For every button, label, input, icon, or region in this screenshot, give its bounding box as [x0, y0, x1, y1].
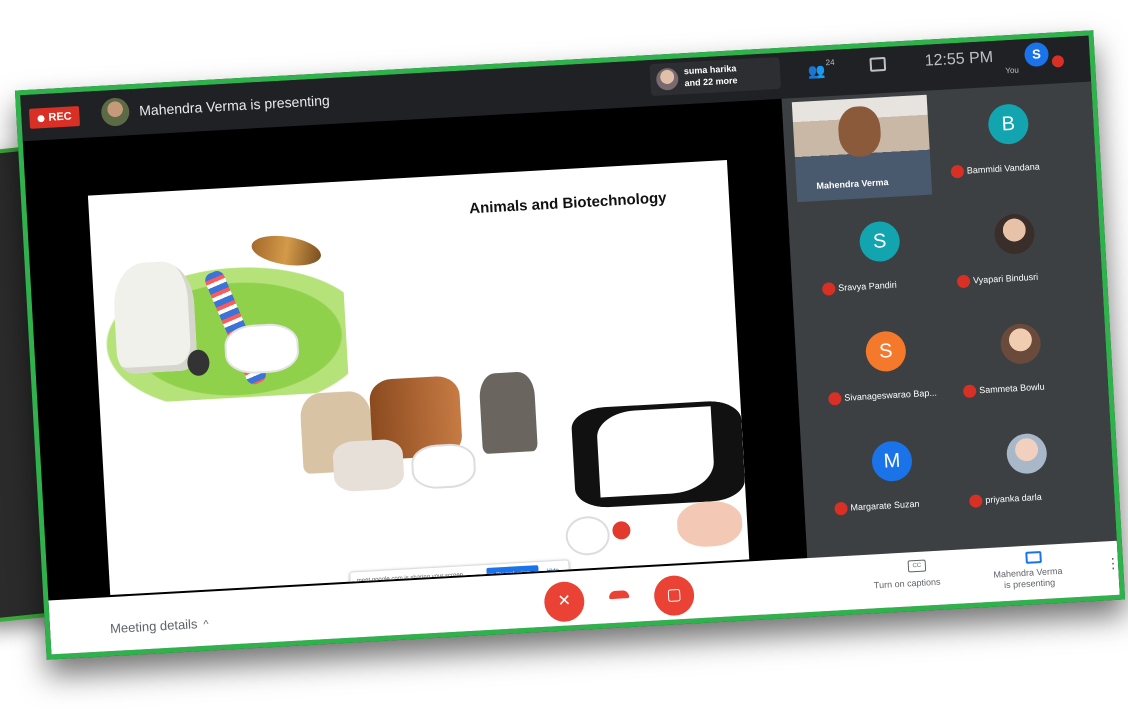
participants-chip-line1: suma harika	[683, 63, 737, 77]
slide-title: Animals and Biotechnology	[468, 189, 667, 218]
presenter-avatar	[100, 97, 131, 127]
goat-shape	[111, 259, 198, 375]
record-dot-icon	[37, 114, 45, 122]
participant-tile[interactable]: Sammeta Bowlu	[949, 302, 1094, 410]
participant-name: priyanka darla	[985, 491, 1043, 506]
participant-name: Margarate Suzan	[850, 498, 920, 513]
participants-chip-line2: and 22 more	[684, 75, 738, 89]
presenting-status-line2[interactable]: is presenting	[1004, 577, 1056, 590]
participant-avatar: S	[864, 330, 907, 373]
meeting-details-label: Meeting details	[109, 616, 198, 637]
captions-button-label[interactable]: Turn on captions	[874, 577, 941, 591]
participant-name: Sammeta Bowlu	[978, 381, 1045, 396]
clock: 12:55 PM	[924, 48, 994, 70]
mic-off-icon	[950, 164, 965, 179]
participant-avatar: M	[870, 440, 914, 483]
participant-name: Sivanageswarao Bap...	[844, 387, 938, 403]
participant-name: Sravya Pandiri	[837, 279, 897, 293]
recording-label: REC	[48, 110, 73, 124]
donkey-shape	[478, 371, 538, 455]
participant-avatar	[999, 322, 1042, 365]
biotech-collage-image	[100, 222, 350, 405]
more-options-icon[interactable]: ⋮	[1106, 555, 1121, 573]
camera-toggle-button[interactable]: ▢	[653, 574, 696, 617]
people-count: 24	[825, 57, 835, 68]
presented-slide: Animals and Biotechnology meet.google.co…	[87, 159, 750, 596]
holstein-cow-shape	[570, 399, 746, 509]
mic-off-icon	[1051, 54, 1065, 68]
rooster-shape	[611, 520, 631, 540]
participant-tile[interactable]: Vyapari Bindusri	[942, 192, 1087, 300]
participant-name: Mahendra Verma	[816, 176, 889, 191]
participant-tile[interactable]: M Margarate Suzan	[820, 419, 965, 527]
captions-icon[interactable]: CC	[907, 559, 927, 573]
meet-window: REC Mahendra Verma is presenting suma ha…	[14, 30, 1126, 660]
participant-grid: Mahendra Verma B Bammidi Vandana S Sravy…	[781, 81, 1117, 559]
people-icon[interactable]: 👥	[808, 62, 826, 80]
lamb-shape	[412, 444, 475, 488]
participant-avatar	[1005, 432, 1048, 475]
participants-chip[interactable]: suma harika and 22 more	[649, 56, 782, 97]
participant-mini-avatar	[655, 67, 679, 91]
hang-up-button[interactable]	[608, 590, 630, 600]
participant-avatar	[993, 212, 1036, 256]
presentation-area: Animals and Biotechnology meet.google.co…	[22, 98, 808, 601]
participant-name: Bammidi Vandana	[966, 161, 1040, 176]
sheep-shape	[225, 324, 298, 374]
farm-animals-image	[299, 370, 555, 504]
participant-video-tile[interactable]: Mahendra Verma	[791, 94, 933, 203]
microphone-toggle-button[interactable]: ✕	[543, 580, 586, 623]
participant-tile[interactable]: S Sivanageswarao Bap...	[814, 310, 959, 418]
screenshot-stage: ▢ REC Mahendra Verma is presenting suma …	[0, 0, 1128, 709]
pig-shape	[676, 499, 744, 549]
mic-off-icon	[962, 384, 977, 399]
participant-tile[interactable]: S Sravya Pandiri	[808, 200, 953, 308]
self-label: You	[1005, 65, 1020, 76]
chevron-up-icon: ^	[203, 618, 210, 631]
participant-avatar: B	[987, 103, 1030, 146]
duck-shape	[566, 517, 609, 555]
self-avatar[interactable]: S	[1023, 41, 1050, 68]
mic-off-icon	[834, 501, 848, 516]
recording-badge: REC	[28, 106, 81, 129]
participant-avatar: S	[858, 220, 901, 263]
meet-window-wrapper: REC Mahendra Verma is presenting suma ha…	[14, 30, 1126, 660]
goat-kid-shape	[332, 438, 405, 493]
mic-off-icon	[956, 274, 971, 289]
camera-off-icon: ▢	[666, 586, 683, 604]
present-screen-icon[interactable]	[1025, 551, 1042, 564]
meeting-details-button[interactable]: Meeting details ^	[110, 616, 209, 636]
mic-off-icon	[968, 494, 983, 508]
participant-tile[interactable]: B Bammidi Vandana	[936, 82, 1081, 190]
mic-off-icon	[821, 282, 836, 296]
video-face	[837, 105, 882, 158]
participant-name: Vyapari Bindusri	[972, 271, 1039, 286]
presenting-title: Mahendra Verma is presenting	[138, 92, 331, 119]
mic-off-icon: ✕	[557, 592, 572, 611]
participant-tile[interactable]: priyanka darla	[955, 412, 1100, 520]
dairy-animals-image	[560, 389, 749, 569]
mic-off-icon	[828, 391, 842, 406]
chat-icon[interactable]	[869, 56, 887, 72]
